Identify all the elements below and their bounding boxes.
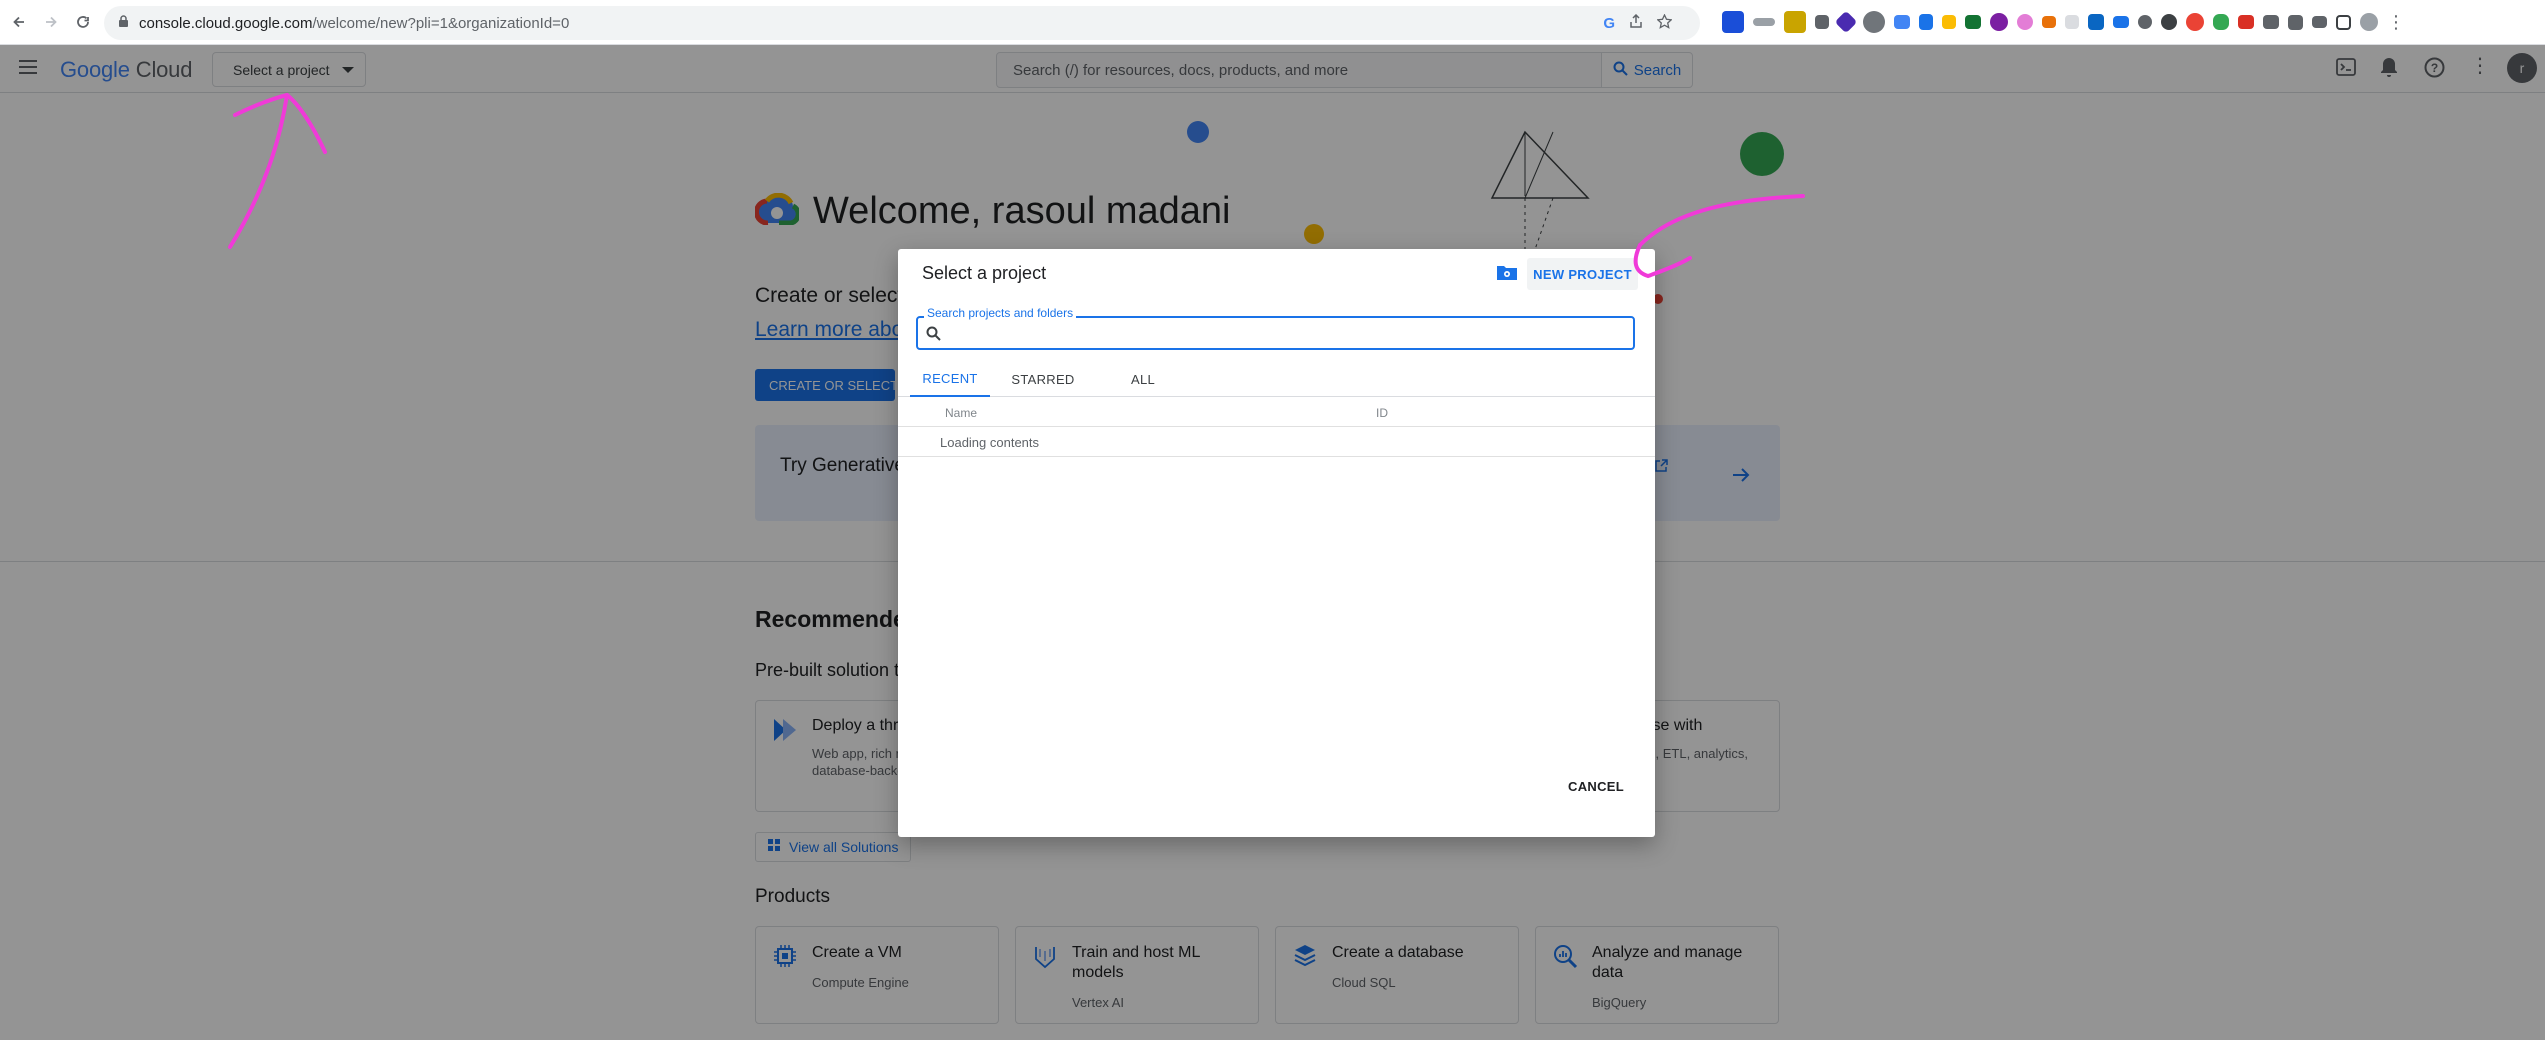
search-projects-label: Search projects and folders [924,306,1077,320]
extension-icon[interactable] [1815,15,1829,29]
extension-icon[interactable] [1753,18,1775,26]
share-icon[interactable] [1629,13,1643,32]
extension-icon[interactable] [1919,14,1933,30]
url-path: /welcome/new?pli=1&organizationId=0 [312,14,570,32]
search-projects-input[interactable] [948,321,1618,345]
extension-icon[interactable] [2213,14,2229,30]
reload-icon[interactable] [70,9,96,35]
google-lens-icon[interactable]: G [1603,15,1615,32]
extension-icon[interactable] [2017,14,2033,30]
bookmark-star-icon[interactable] [1656,12,1673,33]
extension-icon[interactable] [1942,15,1956,29]
extension-icon[interactable] [2113,16,2129,28]
new-project-button[interactable]: NEW PROJECT [1527,258,1638,290]
loading-row: Loading contents [898,427,1655,457]
back-icon[interactable] [6,9,32,35]
extensions-bar: ⋮ [1722,10,2405,34]
puzzle-icon[interactable] [2288,14,2303,30]
linkedin-icon[interactable] [2088,14,2104,30]
search-projects-field[interactable]: Search projects and folders [916,306,1635,350]
tab-recent[interactable]: RECENT [910,362,990,397]
column-name[interactable]: Name [945,406,977,420]
url-host: console.cloud.google.com [139,14,313,32]
extension-icon[interactable] [1990,13,2008,31]
select-project-dialog: Select a project NEW PROJECT Search proj… [898,249,1655,837]
profile-icon[interactable] [2360,13,2378,31]
cancel-button[interactable]: CANCEL [1568,779,1624,794]
folder-settings-icon[interactable] [1496,263,1518,286]
loading-text: Loading contents [940,435,1040,450]
menu-lines-icon[interactable] [2312,16,2327,28]
extension-icon[interactable] [1834,10,1858,34]
extension-icon[interactable] [1894,15,1910,29]
search-icon [926,326,941,346]
extension-icon[interactable] [2186,13,2204,31]
extension-icon[interactable] [1784,11,1806,33]
forward-icon[interactable] [38,9,64,35]
extension-icon[interactable] [2263,15,2279,29]
extension-icon[interactable] [2138,15,2152,29]
project-tabs: RECENT STARRED ALL [898,362,1655,397]
extension-icon[interactable] [1965,15,1981,29]
extension-icon[interactable] [2161,14,2177,30]
extension-icon[interactable] [1722,11,1744,33]
extension-icon[interactable] [2238,15,2254,29]
column-id[interactable]: ID [1376,406,1388,420]
sidebar-icon[interactable] [2336,14,2351,30]
tab-starred[interactable]: STARRED [1008,362,1078,397]
extension-icon[interactable] [1863,11,1885,33]
browser-toolbar: console.cloud.google.com/welcome/new?pli… [0,0,2545,45]
address-bar[interactable]: console.cloud.google.com/welcome/new?pli… [104,6,1700,40]
extension-icon[interactable] [2042,16,2056,28]
tab-all[interactable]: ALL [1118,362,1168,397]
dialog-title: Select a project [922,263,1047,283]
table-header: Name ID [898,397,1655,427]
extension-icon[interactable] [2065,15,2079,29]
kebab-menu-icon[interactable]: ⋮ [2387,12,2405,33]
lock-icon [118,14,129,32]
